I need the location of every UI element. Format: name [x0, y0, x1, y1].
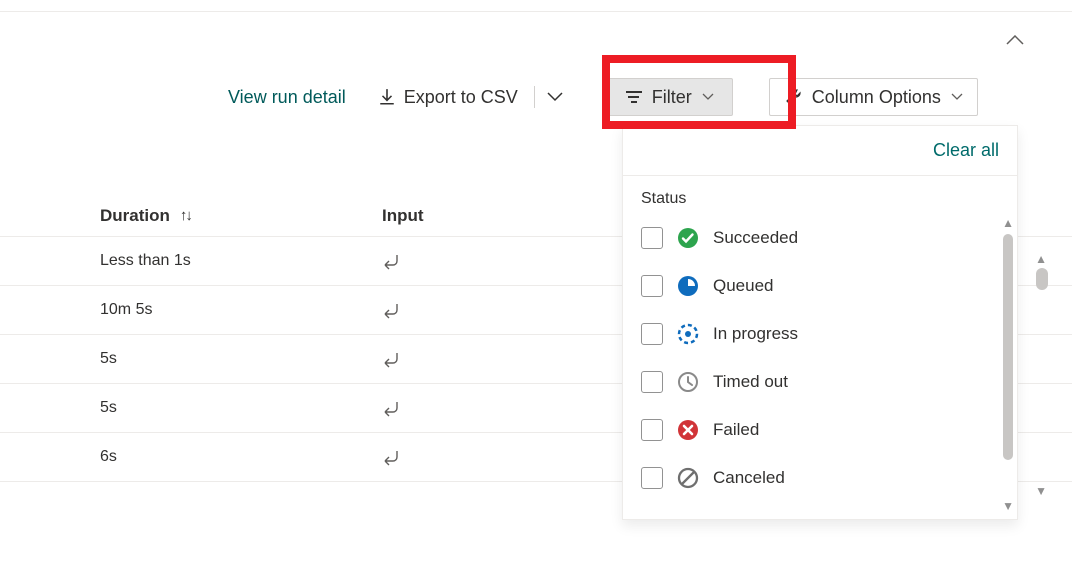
- wrench-icon: [784, 88, 802, 106]
- column-header-duration-label: Duration: [100, 206, 170, 226]
- export-csv-button[interactable]: Export to CSV: [364, 78, 532, 116]
- column-options-button[interactable]: Column Options: [769, 78, 978, 116]
- column-header-duration[interactable]: Duration ↑↓: [0, 206, 272, 226]
- enter-icon: [382, 301, 402, 319]
- filter-option-failed[interactable]: Failed: [623, 406, 1017, 454]
- collapse-chevron[interactable]: [1006, 35, 1024, 45]
- filter-options-list: Succeeded Queued In progress Timed out Faile…: [623, 214, 1017, 519]
- filter-icon: [626, 91, 642, 103]
- sort-icon: ↑↓: [180, 207, 191, 224]
- enter-icon: [382, 399, 402, 417]
- cell-duration: Less than 1s: [0, 252, 272, 270]
- status-label: Failed: [713, 420, 759, 440]
- status-label: In progress: [713, 324, 798, 344]
- separator: [534, 86, 535, 108]
- status-timed_out-icon: [677, 371, 699, 393]
- filter-option-in_progress[interactable]: In progress: [623, 310, 1017, 358]
- filter-button[interactable]: Filter: [607, 78, 733, 116]
- outer-scroll-down[interactable]: ▼: [1035, 484, 1047, 498]
- checkbox[interactable]: [641, 419, 663, 441]
- toolbar: View run detail Export to CSV Filter Col…: [0, 78, 1072, 116]
- status-label: Canceled: [713, 468, 785, 488]
- status-label: Queued: [713, 276, 774, 296]
- status-queued-icon: [677, 275, 699, 297]
- filter-panel-header: Clear all: [623, 126, 1017, 176]
- cell-duration: 6s: [0, 448, 272, 466]
- cell-duration: 5s: [0, 350, 272, 368]
- cell-input[interactable]: [272, 448, 402, 466]
- clear-all-link[interactable]: Clear all: [933, 140, 999, 161]
- enter-icon: [382, 350, 402, 368]
- status-canceled-icon: [677, 467, 699, 489]
- filter-option-canceled[interactable]: Canceled: [623, 454, 1017, 502]
- checkbox[interactable]: [641, 467, 663, 489]
- column-options-label: Column Options: [812, 87, 941, 108]
- filter-label: Filter: [652, 87, 692, 108]
- cell-input[interactable]: [272, 252, 402, 270]
- scroll-down-icon[interactable]: ▼: [1002, 499, 1014, 513]
- status-label: Timed out: [713, 372, 788, 392]
- outer-scrollbar-thumb[interactable]: [1036, 268, 1048, 290]
- checkbox[interactable]: [641, 275, 663, 297]
- filter-option-timed_out[interactable]: Timed out: [623, 358, 1017, 406]
- chevron-down-icon: [702, 93, 714, 101]
- column-header-input[interactable]: Input: [272, 206, 424, 226]
- filter-panel: Clear all Status Succeeded Queued In progr…: [622, 125, 1018, 520]
- filter-option-succeeded[interactable]: Succeeded: [623, 214, 1017, 262]
- status-succeeded-icon: [677, 227, 699, 249]
- scroll-up-icon[interactable]: ▲: [1002, 216, 1014, 230]
- cell-duration: 10m 5s: [0, 301, 272, 319]
- checkbox[interactable]: [641, 227, 663, 249]
- checkbox[interactable]: [641, 323, 663, 345]
- checkbox[interactable]: [641, 371, 663, 393]
- filter-section-title: Status: [623, 176, 1017, 214]
- status-label: Succeeded: [713, 228, 798, 248]
- status-failed-icon: [677, 419, 699, 441]
- download-icon: [378, 88, 396, 106]
- cell-input[interactable]: [272, 301, 402, 319]
- enter-icon: [382, 252, 402, 270]
- chevron-down-icon: [951, 93, 963, 101]
- enter-icon: [382, 448, 402, 466]
- top-border: [0, 0, 1072, 12]
- cell-input[interactable]: [272, 399, 402, 417]
- panel-scrollbar-thumb[interactable]: [1003, 234, 1013, 460]
- export-options-chevron[interactable]: [537, 78, 573, 116]
- outer-scroll-up[interactable]: ▲: [1035, 252, 1047, 266]
- export-csv-label: Export to CSV: [404, 87, 518, 108]
- cell-input[interactable]: [272, 350, 402, 368]
- filter-option-queued[interactable]: Queued: [623, 262, 1017, 310]
- view-run-detail-link[interactable]: View run detail: [210, 87, 364, 108]
- status-in_progress-icon: [677, 323, 699, 345]
- cell-duration: 5s: [0, 399, 272, 417]
